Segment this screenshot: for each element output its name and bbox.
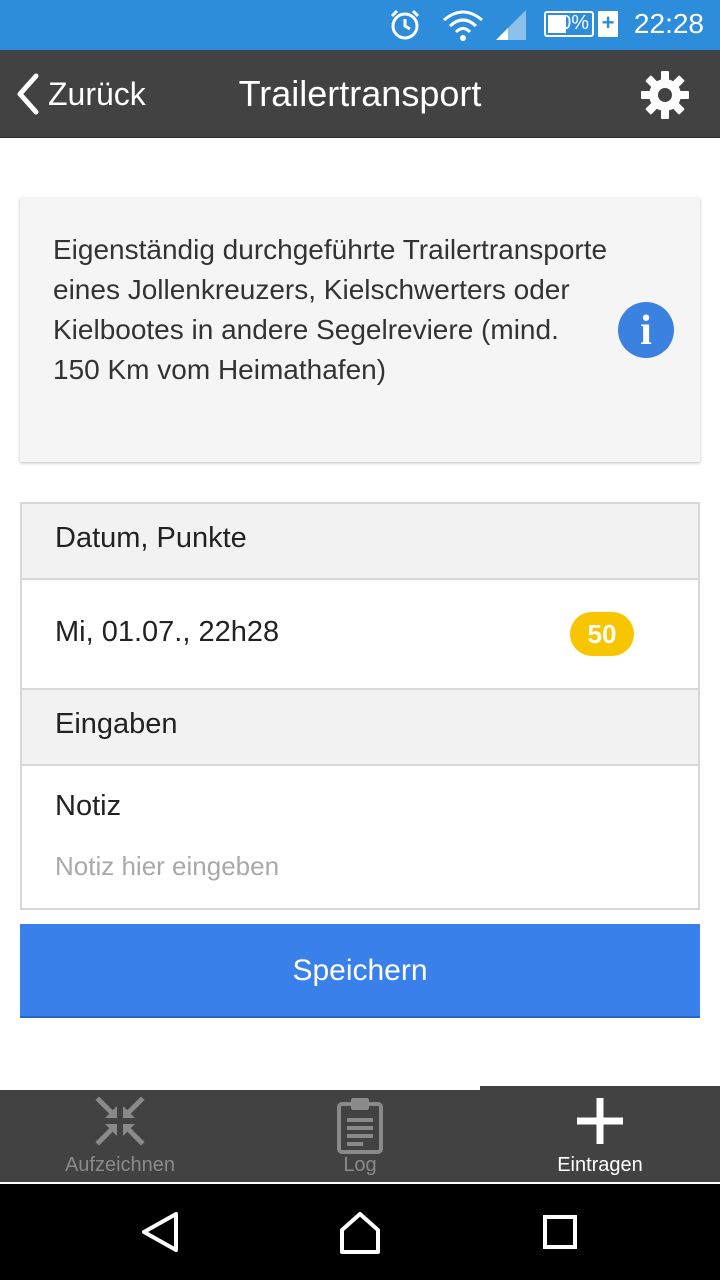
plus-icon (577, 1098, 623, 1144)
section-header-inputs: Eingaben (22, 690, 698, 766)
date-value: Mi, 01.07., 22h28 (55, 616, 280, 648)
clipboard-icon (337, 1098, 383, 1154)
status-time: 22:28 (633, 8, 704, 39)
page-title: Trailertransport (238, 73, 482, 114)
note-input[interactable] (55, 846, 655, 886)
app-bar: Zurück Trailertransport (0, 50, 720, 138)
charging-icon: + (598, 11, 618, 37)
system-nav-bar (0, 1184, 720, 1280)
section-title: Datum, Punkte (55, 522, 247, 554)
save-button[interactable]: Speichern (20, 924, 700, 1018)
info-card: Eigenständig durchgeführte Trailertransp… (20, 198, 700, 462)
info-icon[interactable]: i (618, 302, 674, 358)
section-header-date-points: Datum, Punkte (22, 504, 698, 580)
collapse-arrows-icon (95, 1096, 145, 1146)
status-bar: 40% + 22:28 (0, 0, 720, 50)
tab-log[interactable]: Log (240, 1086, 480, 1182)
battery-icon: 40% (544, 11, 594, 37)
note-row: Notiz (22, 766, 698, 908)
wifi-icon (443, 10, 483, 41)
tab-label: Aufzeichnen (64, 1154, 176, 1176)
info-description: Eigenständig durchgeführte Trailertransp… (53, 234, 608, 385)
tab-label: Log (343, 1154, 377, 1176)
section-title: Eingaben (55, 708, 178, 740)
note-label: Notiz (55, 790, 122, 822)
home-icon[interactable] (336, 1208, 384, 1256)
back-triangle-icon[interactable] (136, 1208, 184, 1256)
battery-percent: 40% (548, 12, 590, 34)
alarm-icon (390, 9, 420, 40)
gear-icon[interactable] (640, 70, 690, 120)
tab-bar: Aufzeichnen Log Eintragen (0, 1086, 720, 1182)
tab-eintragen[interactable]: Eintragen (480, 1086, 720, 1182)
recents-square-icon[interactable] (536, 1208, 584, 1256)
entry-form: Datum, Punkte Mi, 01.07., 22h28 50 Einga… (20, 502, 700, 910)
points-badge: 50 (570, 612, 634, 656)
signal-icon (496, 10, 526, 40)
tab-aufzeichnen[interactable]: Aufzeichnen (0, 1086, 240, 1182)
tab-label: Eintragen (557, 1154, 643, 1176)
date-row[interactable]: Mi, 01.07., 22h28 50 (22, 580, 698, 690)
